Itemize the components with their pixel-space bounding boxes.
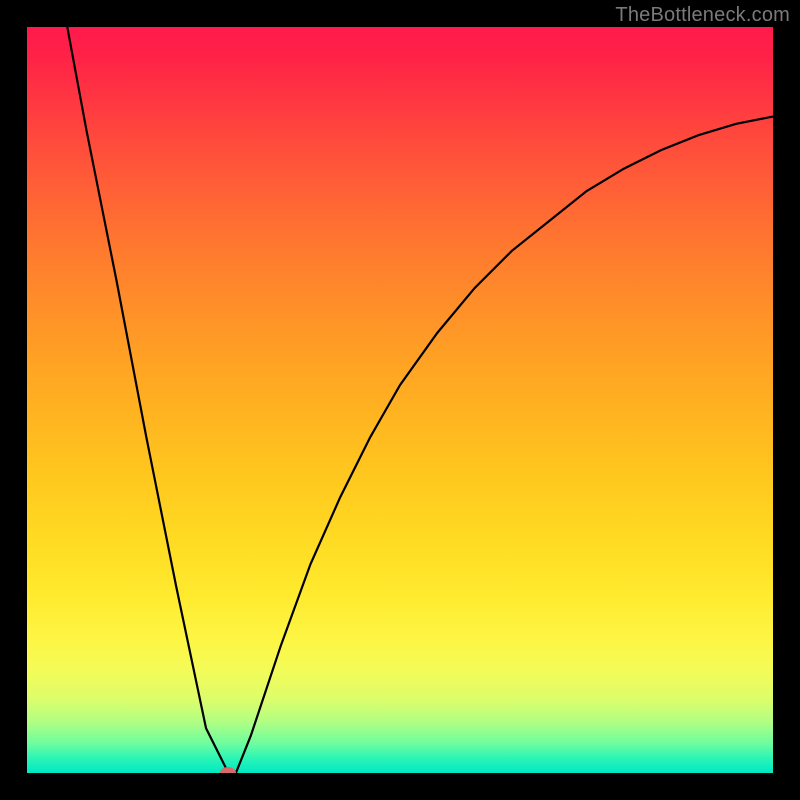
optimum-marker xyxy=(220,767,236,773)
chart-frame: TheBottleneck.com xyxy=(0,0,800,800)
bottleneck-curve xyxy=(27,27,773,773)
plot-area xyxy=(27,27,773,773)
watermark-text: TheBottleneck.com xyxy=(615,4,790,27)
